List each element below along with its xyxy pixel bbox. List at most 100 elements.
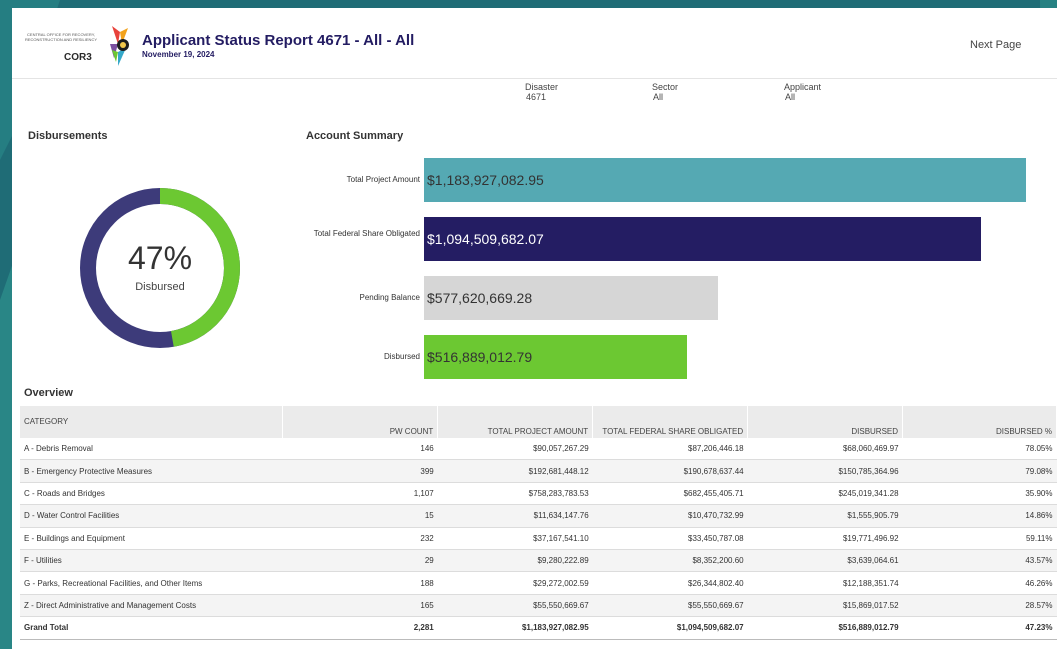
- table-header-row: CATEGORY PW COUNT TOTAL PROJECT AMOUNT T…: [20, 406, 1057, 438]
- bar-value: $516,889,012.79: [427, 349, 533, 365]
- cell-category: Grand Total: [20, 616, 283, 640]
- cell-pw-count: 146: [282, 438, 438, 461]
- column-header-disbursed-pct[interactable]: DISBURSED %: [902, 406, 1057, 438]
- bar-fill: $1,094,509,682.07: [424, 217, 981, 261]
- org-logo-name: COR3: [64, 52, 92, 63]
- cell-total-project-amount: $1,183,927,082.95: [437, 616, 593, 640]
- filter-label: Sector: [652, 82, 679, 92]
- cell-total-project-amount: $29,272,002.59: [437, 571, 593, 595]
- filter-value: All: [785, 92, 796, 102]
- column-header-disbursed[interactable]: DISBURSED: [747, 406, 904, 438]
- cell-disbursed-pct: 46.26%: [902, 571, 1057, 595]
- cell-category: B - Emergency Protective Measures: [20, 459, 283, 483]
- bar-disbursed: Disbursed $516,889,012.79: [304, 335, 1046, 381]
- cell-federal-share: $33,450,787.08: [592, 527, 748, 550]
- report-date: November 19, 2024: [142, 50, 215, 59]
- disbursement-donut: 47% Disbursed: [80, 188, 240, 348]
- bar-label: Pending Balance: [359, 293, 421, 302]
- filter-label: Applicant: [784, 82, 822, 92]
- column-header-total-project-amount[interactable]: TOTAL PROJECT AMOUNT: [437, 406, 594, 438]
- table-row: D - Water Control Facilities 15 $11,634,14…: [20, 504, 1057, 528]
- account-summary-title: Account Summary: [306, 130, 404, 142]
- cell-pw-count: 232: [282, 527, 438, 550]
- cell-category: C - Roads and Bridges: [20, 482, 283, 506]
- cell-pw-count: 1,107: [282, 482, 438, 506]
- cell-pw-count: 29: [282, 549, 438, 573]
- filter-disaster: Disaster 4671: [525, 82, 558, 102]
- cell-disbursed: $245,019,341.28: [747, 482, 903, 506]
- filter-label: Disaster: [525, 82, 559, 92]
- cell-pw-count: 399: [282, 459, 438, 483]
- cor3-logo-icon: [110, 26, 129, 66]
- overview-title: Overview: [24, 387, 73, 399]
- report-page: Central Office for Recovery, Reconstruct…: [12, 8, 1057, 649]
- cell-disbursed-pct: 14.86%: [902, 504, 1057, 528]
- cell-disbursed: $68,060,469.97: [747, 438, 903, 461]
- cell-federal-share: $8,352,200.60: [592, 549, 748, 573]
- cell-total-project-amount: $55,550,669.67: [437, 594, 593, 618]
- bar-value: $577,620,669.28: [427, 290, 533, 306]
- cell-total-project-amount: $90,057,267.29: [437, 438, 593, 461]
- bar-value: $1,094,509,682.07: [427, 231, 544, 247]
- cell-category: F - Utilities: [20, 549, 283, 573]
- cell-category: D - Water Control Facilities: [20, 504, 283, 528]
- cell-disbursed-pct: 47.23%: [902, 616, 1057, 640]
- cell-pw-count: 188: [282, 571, 438, 595]
- column-header-federal-share[interactable]: TOTAL FEDERAL SHARE OBLIGATED: [592, 406, 749, 438]
- cell-disbursed-pct: 78.05%: [902, 438, 1057, 461]
- disbursements-title: Disbursements: [28, 130, 108, 142]
- donut-caption: Disbursed: [135, 281, 185, 293]
- cell-total-project-amount: $192,681,448.12: [437, 459, 593, 483]
- bar-label: Total Federal Share Obligated: [313, 229, 420, 238]
- org-fullname: Central Office for Recovery, Reconstruct…: [24, 32, 97, 42]
- bar-total-project-amount: Total Project Amount $1,183,927,082.95: [304, 158, 1046, 204]
- cell-category: E - Buildings and Equipment: [20, 527, 283, 550]
- bar-fill: $516,889,012.79: [424, 335, 687, 379]
- cell-disbursed-pct: 28.57%: [902, 594, 1057, 618]
- cell-total-project-amount: $37,167,541.10: [437, 527, 593, 550]
- cell-federal-share: $87,206,446.18: [592, 438, 748, 461]
- grand-total-row: Grand Total 2,281 $1,183,927,082.95 $1,094,…: [20, 616, 1057, 640]
- cell-disbursed-pct: 79.08%: [902, 459, 1057, 483]
- bar-label: Total Project Amount: [346, 175, 420, 184]
- bar-label: Disbursed: [383, 352, 420, 361]
- cell-federal-share: $682,455,405.71: [592, 482, 748, 506]
- filter-value: 4671: [526, 92, 547, 102]
- cell-pw-count: 165: [282, 594, 438, 618]
- cell-category: A - Debris Removal: [20, 438, 283, 461]
- table-row: A - Debris Removal 146 $90,057,267.29 $87,2…: [20, 438, 1057, 461]
- table-row: F - Utilities 29 $9,280,222.89 $8,352,200.6…: [20, 549, 1057, 573]
- column-header-category[interactable]: CATEGORY: [20, 406, 284, 438]
- cell-disbursed-pct: 43.57%: [902, 549, 1057, 573]
- column-header-pw-count[interactable]: PW COUNT: [282, 406, 439, 438]
- cell-total-project-amount: $11,634,147.76: [437, 504, 593, 528]
- cell-disbursed: $12,188,351.74: [747, 571, 903, 595]
- cell-federal-share: $10,470,732.99: [592, 504, 748, 528]
- cell-disbursed: $1,555,905.79: [747, 504, 903, 528]
- report-header: Central Office for Recovery, Reconstruct…: [12, 8, 1057, 79]
- bar-fill: $1,183,927,082.95: [424, 158, 1026, 202]
- cell-disbursed: $3,639,064.61: [747, 549, 903, 573]
- filter-applicant: Applicant All: [784, 82, 821, 102]
- bar-value: $1,183,927,082.95: [427, 172, 544, 188]
- cell-federal-share: $1,094,509,682.07: [592, 616, 748, 640]
- report-title: Applicant Status Report 4671 - All - All: [142, 32, 415, 49]
- cell-disbursed-pct: 59.11%: [902, 527, 1057, 550]
- cell-pw-count: 2,281: [282, 616, 438, 640]
- cell-disbursed: $15,869,017.52: [747, 594, 903, 618]
- cell-federal-share: $190,678,637.44: [592, 459, 748, 483]
- overview-table: CATEGORY PW COUNT TOTAL PROJECT AMOUNT T…: [20, 406, 1057, 640]
- table-row: C - Roads and Bridges 1,107 $758,283,783.5…: [20, 482, 1057, 506]
- cell-disbursed: $19,771,496.92: [747, 527, 903, 550]
- table-row: E - Buildings and Equipment 232 $37,167,54…: [20, 527, 1057, 550]
- donut-percent: 47%: [127, 240, 193, 276]
- cell-federal-share: $26,344,802.40: [592, 571, 748, 595]
- bar-pending-balance: Pending Balance $577,620,669.28: [304, 276, 1046, 322]
- cell-category: G - Parks, Recreational Facilities, and …: [20, 571, 283, 595]
- cell-disbursed: $150,785,364.96: [747, 459, 903, 483]
- cell-pw-count: 15: [282, 504, 438, 528]
- bar-total-federal-share: Total Federal Share Obligated $1,094,509…: [304, 217, 1046, 263]
- table-row: Z - Direct Administrative and Management…: [20, 594, 1057, 618]
- next-page-link[interactable]: Next Page: [970, 39, 1021, 51]
- cell-total-project-amount: $9,280,222.89: [437, 549, 593, 573]
